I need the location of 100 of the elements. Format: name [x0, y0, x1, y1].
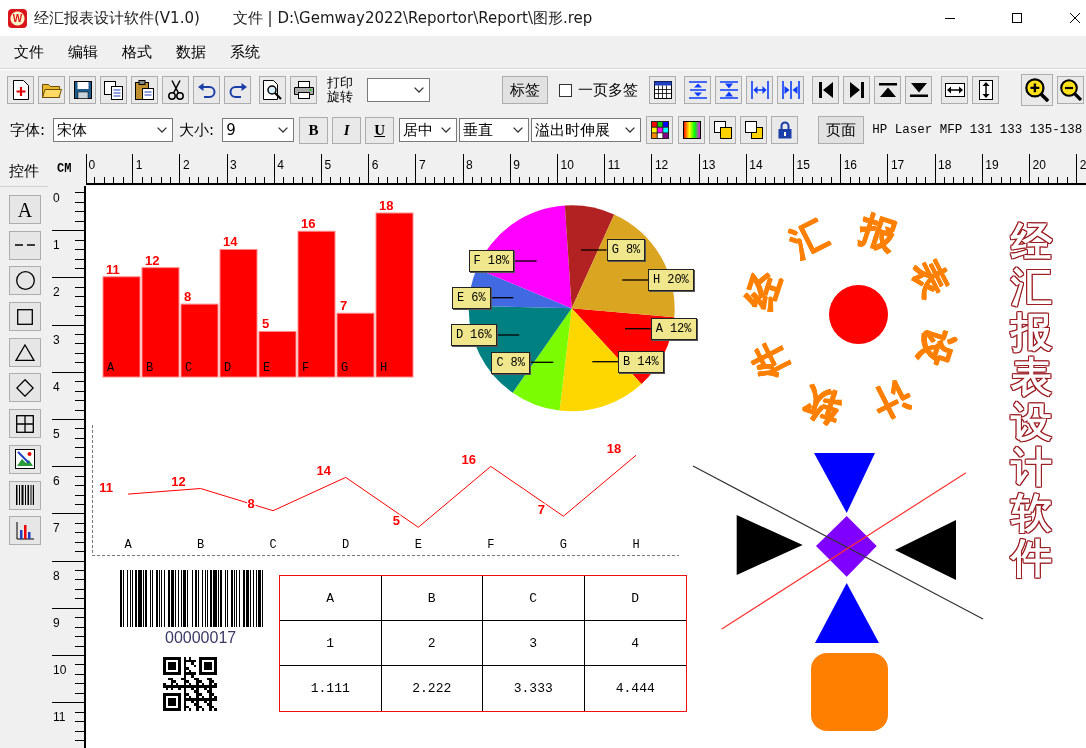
align-bottom-button[interactable]: [905, 76, 932, 104]
squeeze-vertical-icon: [719, 81, 738, 99]
size-dropdown[interactable]: 9: [222, 118, 295, 142]
ellipse-tool-button[interactable]: [9, 266, 41, 296]
table-cell: 1: [280, 621, 382, 666]
tag-button[interactable]: 标签: [502, 76, 548, 104]
send-to-back-icon: [744, 121, 763, 139]
rotated-character: 件: [745, 335, 794, 385]
menu-item[interactable]: 系统: [218, 41, 272, 63]
circle-icon: [15, 271, 35, 291]
rotated-character: 报: [855, 210, 901, 257]
leader-line: [624, 328, 652, 330]
distribute-horizontal-button[interactable]: [746, 76, 773, 104]
align-right-button[interactable]: [843, 76, 870, 104]
copy-button[interactable]: [100, 76, 127, 104]
ruler-number: 15: [796, 158, 810, 172]
center-horizontal-button[interactable]: [777, 76, 804, 104]
rotated-character: 表: [906, 253, 955, 303]
leader-line: [496, 334, 520, 336]
menu-item[interactable]: 编辑: [56, 41, 110, 63]
dashed-line-icon: [15, 244, 35, 247]
x-axis-label: D: [342, 538, 350, 552]
table-icon: [16, 414, 34, 433]
ruler-number: 17: [890, 158, 905, 172]
print-preview-button[interactable]: [259, 76, 286, 104]
x-axis-label: H: [632, 538, 640, 552]
bar-value-label: 8: [184, 289, 192, 305]
color-button[interactable]: [646, 116, 674, 144]
table-tool-button[interactable]: [9, 409, 41, 439]
point-value-label: 12: [171, 474, 186, 489]
ruler-number: 8: [466, 158, 473, 172]
table-button[interactable]: [649, 76, 676, 104]
leader-line: [529, 361, 554, 363]
menu-item[interactable]: 文件: [2, 41, 56, 63]
spread-vertical-icon: [688, 81, 707, 99]
send-back-button[interactable]: [740, 116, 768, 144]
triangle-tool-button[interactable]: [9, 337, 41, 367]
barcode-tool-button[interactable]: [9, 480, 41, 510]
print-button[interactable]: [290, 76, 317, 104]
rectangle-tool-button[interactable]: [9, 302, 41, 332]
bring-front-button[interactable]: [709, 116, 737, 144]
overflow-dropdown[interactable]: 溢出时伸展: [531, 118, 642, 142]
cut-button[interactable]: [162, 76, 189, 104]
close-icon: [1070, 13, 1080, 23]
gradient-button[interactable]: [678, 116, 706, 144]
leader-line: [513, 260, 538, 262]
bar-category-label: B: [146, 361, 154, 375]
table-cell: D: [584, 576, 686, 621]
menu-item[interactable]: 格式: [110, 41, 164, 63]
leader-line: [591, 361, 619, 363]
chart-tool-button[interactable]: [9, 516, 41, 546]
bar-value-label: 16: [301, 216, 316, 232]
toolbox-title: 控件: [9, 162, 39, 180]
distribute-vertical-button[interactable]: [684, 76, 711, 104]
undo-icon: [197, 82, 216, 98]
font-dropdown[interactable]: 宋体: [53, 118, 174, 142]
checkbox[interactable]: [559, 83, 572, 97]
italic-button[interactable]: I: [332, 116, 362, 144]
line-tool-button[interactable]: [9, 230, 41, 260]
table-cell: C: [483, 576, 585, 621]
save-button[interactable]: [69, 76, 96, 104]
text-tool-button[interactable]: A: [9, 195, 41, 224]
new-file-button[interactable]: [7, 76, 34, 104]
lock-button[interactable]: [771, 116, 799, 144]
paste-button[interactable]: [131, 76, 158, 104]
caret-icon: [414, 87, 424, 93]
x-axis-label: F: [487, 538, 495, 552]
printer-icon: [293, 81, 314, 99]
open-button[interactable]: [38, 76, 65, 104]
page-button[interactable]: 页面: [818, 116, 865, 144]
ruler-number: 12: [654, 158, 669, 172]
diamond-tool-button[interactable]: [9, 373, 41, 403]
horizontal-align-dropdown[interactable]: 居中: [399, 118, 458, 142]
rotation-dropdown[interactable]: [367, 78, 430, 102]
table-cell: 3: [483, 621, 585, 666]
pie-category-label: F: [473, 253, 481, 271]
gradient-icon: [682, 121, 701, 139]
same-width-button[interactable]: [941, 76, 968, 104]
checkbox-label[interactable]: 一页多签: [578, 80, 638, 100]
underline-button[interactable]: U: [365, 116, 395, 144]
bar-value-label: 18: [379, 198, 394, 213]
pie-value-label: 12%: [669, 320, 692, 338]
bold-button[interactable]: B: [299, 116, 329, 144]
zoom-out-icon: [1059, 79, 1082, 101]
bring-to-front-icon: [713, 121, 732, 139]
align-left-button[interactable]: [812, 76, 839, 104]
align-top-button[interactable]: [874, 76, 901, 104]
zoom-in-button[interactable]: [1021, 74, 1053, 106]
maximize-icon: [1012, 13, 1022, 23]
vertical-align-dropdown[interactable]: 垂直: [459, 118, 530, 142]
undo-button[interactable]: [193, 76, 220, 104]
pie-category-label: H: [653, 272, 661, 289]
same-height-button[interactable]: [972, 76, 999, 104]
move-top-icon: [878, 83, 897, 97]
center-vertical-button[interactable]: [715, 76, 742, 104]
diamond-icon: [16, 378, 34, 397]
redo-button[interactable]: [224, 76, 251, 104]
image-tool-button[interactable]: [9, 444, 41, 474]
menu-item[interactable]: 数据: [164, 41, 218, 63]
zoom-out-button[interactable]: [1057, 76, 1084, 104]
